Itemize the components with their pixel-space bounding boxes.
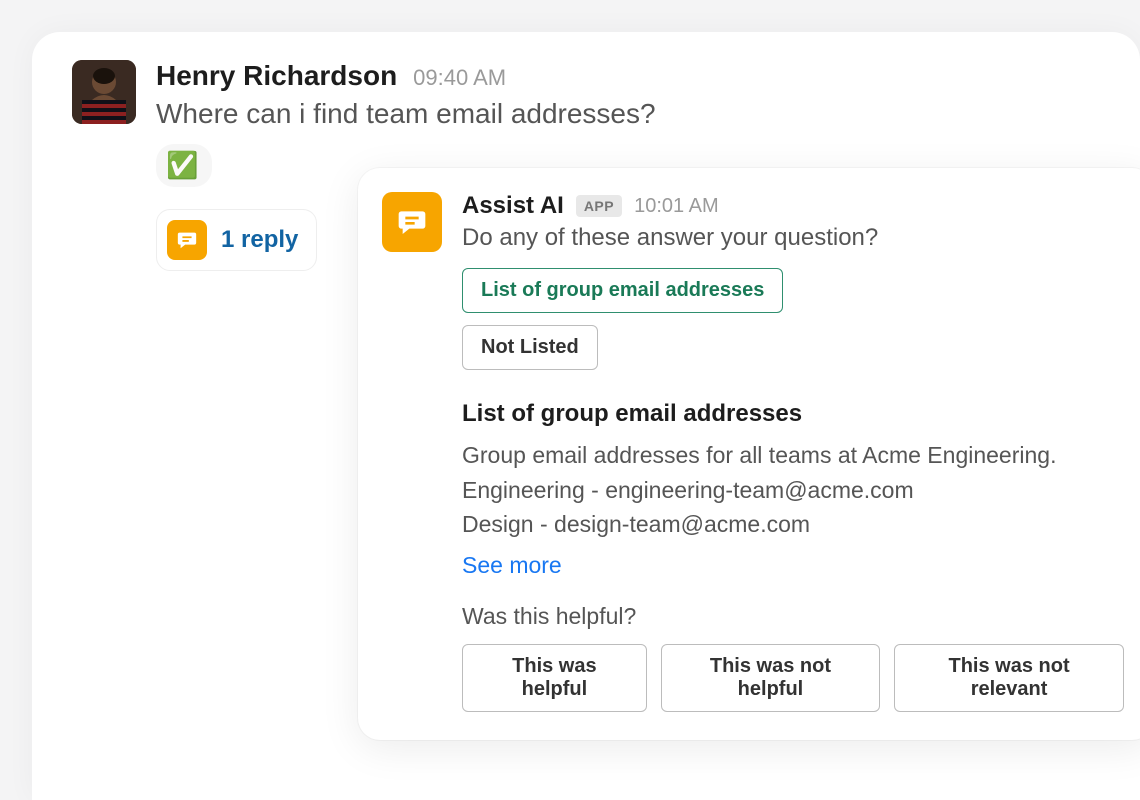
see-more-link[interactable]: See more [462, 552, 562, 579]
message-time: 09:40 AM [413, 65, 506, 91]
option-selected-button[interactable]: List of group email addresses [462, 268, 783, 313]
assist-ai-avatar[interactable] [382, 192, 442, 252]
feedback-not-helpful-button[interactable]: This was not helpful [661, 644, 880, 712]
avatar[interactable] [72, 60, 136, 124]
thread-body: Assist AI APP 10:01 AM Do any of these a… [462, 192, 1124, 712]
bot-name[interactable]: Assist AI [462, 192, 564, 220]
reaction-check[interactable]: ✅ [156, 144, 212, 187]
assist-ai-icon [167, 220, 207, 260]
app-badge: APP [576, 195, 622, 217]
feedback-question: Was this helpful? [462, 603, 1124, 630]
thread-reply-summary[interactable]: 1 reply [156, 209, 317, 271]
thread-message: Assist AI APP 10:01 AM Do any of these a… [382, 192, 1124, 712]
reply-count: 1 reply [221, 226, 298, 254]
feedback-not-relevant-button[interactable]: This was not relevant [894, 644, 1124, 712]
option-not-listed-button[interactable]: Not Listed [462, 325, 598, 370]
thread-time: 10:01 AM [634, 195, 719, 218]
feedback-helpful-button[interactable]: This was helpful [462, 644, 647, 712]
message-text: Where can i find team email addresses? [156, 98, 1100, 130]
thread-panel: Assist AI APP 10:01 AM Do any of these a… [358, 168, 1140, 740]
answer-body: Group email addresses for all teams at A… [462, 438, 1124, 542]
thread-prompt: Do any of these answer your question? [462, 224, 1124, 252]
answer-heading: List of group email addresses [462, 400, 1124, 428]
message-author[interactable]: Henry Richardson [156, 60, 397, 92]
